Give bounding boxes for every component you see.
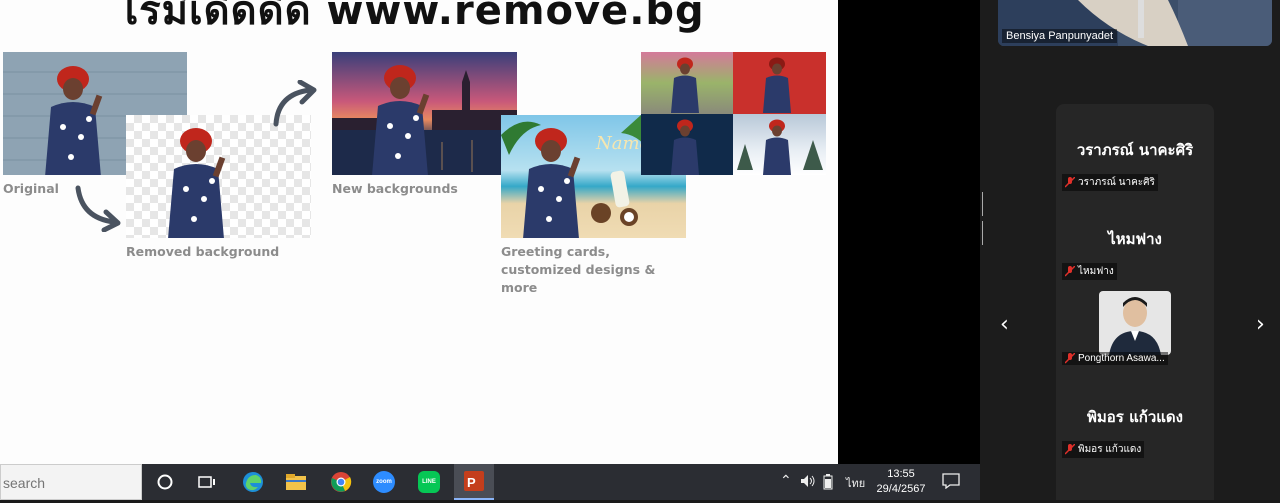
battery-icon[interactable]: [823, 474, 833, 493]
caption-greeting-cards: Greeting cards, customized designs & mor…: [501, 244, 656, 295]
line-app-icon[interactable]: LINE: [416, 470, 442, 494]
task-view-icon[interactable]: [194, 470, 220, 494]
avatar: [1099, 291, 1171, 355]
muted-mic-icon: [1065, 444, 1075, 455]
muted-mic-icon: [1065, 266, 1075, 277]
clock-date: 29/4/2567: [876, 483, 926, 495]
participant-display-name: วราภรณ์ นาคะศิริ: [1076, 141, 1194, 159]
windows-taskbar: zoom LINE P ⌃ ไทย 13:55 29/4/2567: [0, 464, 980, 501]
participant-display-name: ไหมฟาง: [1108, 230, 1162, 248]
participant-label: พิมอร แก้วแดง: [1062, 441, 1145, 458]
chrome-icon[interactable]: [328, 470, 354, 494]
caption-removed-background: Removed background: [126, 244, 280, 259]
participant-label: วราภรณ์ นาคะศิริ: [1062, 174, 1158, 191]
search-input[interactable]: [1, 465, 135, 501]
participant-gallery: วราภรณ์ นาคะศิริ วราภรณ์ นาคะศิริ ไหมฟาง…: [1056, 104, 1214, 500]
zoom-app-icon[interactable]: zoom: [371, 470, 397, 494]
notification-center-icon[interactable]: [942, 473, 960, 492]
person-figure: [45, 66, 103, 175]
cortana-icon[interactable]: [152, 470, 178, 494]
new-background-photo: [332, 52, 517, 175]
curved-arrow-icon: [75, 185, 121, 232]
file-explorer-icon[interactable]: [283, 470, 309, 494]
volume-icon[interactable]: [800, 474, 816, 491]
navy-background-photo: [641, 114, 733, 175]
next-page-icon[interactable]: ›: [1256, 312, 1265, 337]
participant-label: Pongthorn Asawa...: [1062, 352, 1168, 365]
powerpoint-taskbar-button[interactable]: P: [454, 464, 494, 500]
muted-mic-icon: [1065, 353, 1075, 364]
removed-background-photo: [126, 115, 311, 238]
top-participant-name: Bensiya Panpunyadet: [1002, 29, 1118, 43]
svg-text:P: P: [467, 475, 476, 490]
london-skyline: [332, 65, 517, 175]
powerpoint-icon: P: [464, 471, 484, 491]
person-avatar-icon: [1109, 297, 1161, 355]
curved-arrow-icon: [273, 80, 317, 127]
street-background-photo: [641, 52, 733, 114]
muted-mic-icon: [1065, 177, 1075, 188]
participant-label: ไหมฟาง: [1062, 263, 1117, 280]
slide-title: ไรมีเดิดดิด www.remove.bg: [118, 0, 705, 34]
caption-new-backgrounds: New backgrounds: [332, 181, 458, 196]
system-clock[interactable]: 13:55 29/4/2567: [872, 467, 930, 497]
red-background-photo: [733, 52, 826, 114]
edge-icon[interactable]: [240, 470, 266, 494]
person-figure: [168, 128, 226, 238]
input-language[interactable]: ไทย: [846, 474, 865, 492]
panel-resize-handle[interactable]: [982, 192, 986, 245]
snow-background-photo: [733, 114, 826, 175]
caption-original: Original: [3, 181, 59, 196]
dark-gap: [838, 0, 980, 500]
taskbar-search[interactable]: [0, 464, 142, 501]
previous-page-icon[interactable]: ‹: [1000, 312, 1009, 337]
clock-time: 13:55: [887, 468, 915, 480]
participant-display-name: พิมอร แก้วแดง: [1087, 408, 1183, 426]
show-hidden-icons-icon[interactable]: ⌃: [780, 472, 792, 489]
presentation-slide: ไรมีเดิดดิด www.remove.bg Original Remov…: [0, 0, 838, 464]
